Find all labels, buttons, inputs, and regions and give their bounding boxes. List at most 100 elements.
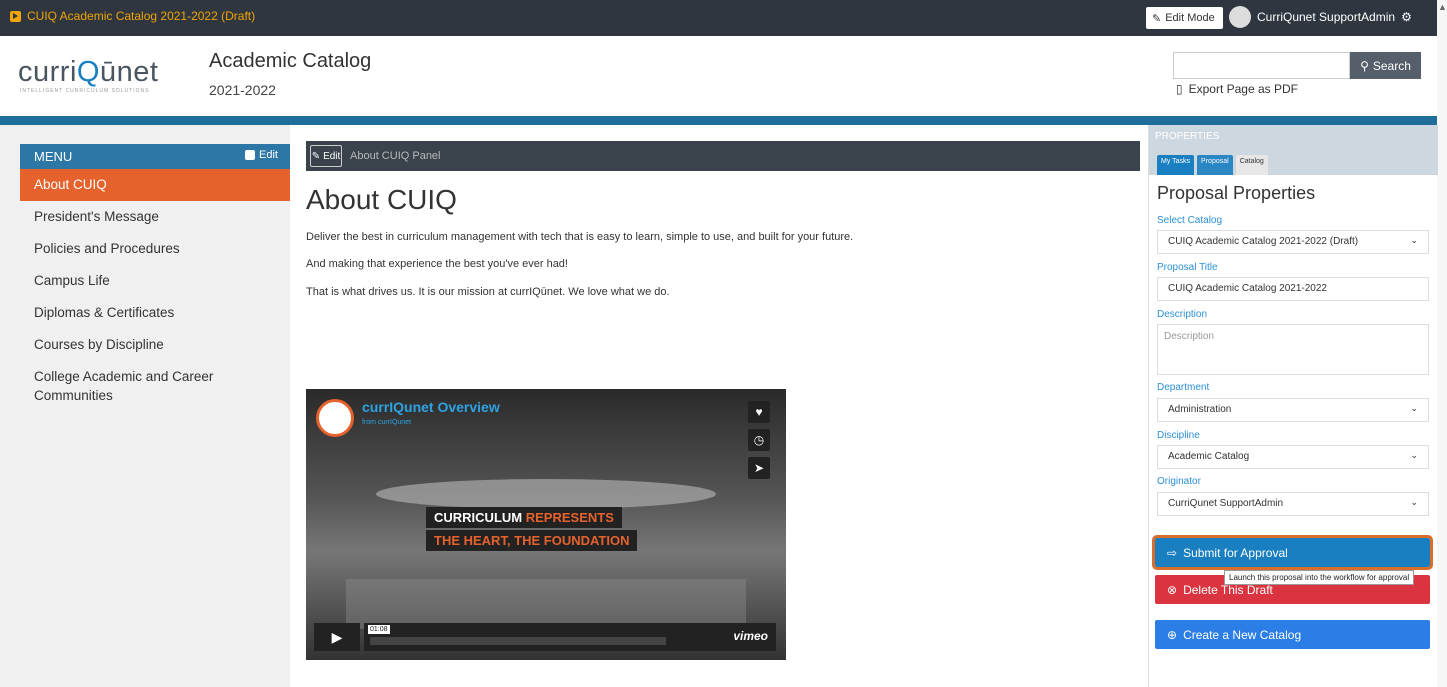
paragraph: That is what drives us. It is our missio…: [306, 286, 670, 298]
paragraph: Deliver the best in curriculum managemen…: [306, 231, 854, 243]
times-circle-icon: ⊗: [1167, 582, 1178, 597]
properties-panel: PROPERTIES My Tasks Proposal Catalog Pro…: [1148, 125, 1438, 687]
video-progress[interactable]: 01:08 vimeo: [364, 623, 776, 651]
discipline-dropdown[interactable]: Academic Catalog ⌄: [1157, 445, 1429, 469]
proposal-title-input[interactable]: CUIQ Academic Catalog 2021-2022: [1157, 277, 1429, 301]
video-from-name[interactable]: currIQunet: [378, 419, 411, 426]
video-title[interactable]: currIQunet Overview: [362, 399, 500, 415]
book-stack-shape: [346, 579, 746, 629]
search-input[interactable]: [1173, 52, 1350, 79]
chevron-down-icon: ⌄: [1410, 450, 1418, 460]
panel-edit-button[interactable]: ✎ Edit: [310, 145, 342, 167]
search-button-label: Search: [1372, 58, 1411, 73]
video-caption-line2: THE HEART, THE FOUNDATION: [426, 530, 638, 551]
logo-q: Q: [76, 56, 100, 88]
submit-label: Submit for Approval: [1183, 545, 1288, 560]
menu-item-communities[interactable]: College Academic and Career Communities: [20, 361, 290, 405]
chevron-down-icon: ⌄: [1410, 497, 1418, 507]
proposal-title-label: Proposal Title: [1157, 262, 1218, 273]
catalog-title-text: CUIQ Academic Catalog 2021-2022 (Draft): [27, 9, 256, 23]
caption-word2: REPRESENTS: [525, 510, 614, 525]
panel-edit-label: Edit: [323, 150, 341, 162]
menu-title: MENU: [34, 149, 73, 164]
progress-track[interactable]: [370, 637, 666, 645]
edit-mode-button[interactable]: ✎ Edit Mode: [1146, 7, 1223, 29]
header: curriQūnet INTELLIGENT CURRICULUM SOLUTI…: [0, 36, 1437, 116]
menu-edit-label: Edit: [259, 149, 278, 161]
scrollbar[interactable]: ▲: [1437, 0, 1447, 687]
content-heading: About CUIQ: [306, 184, 457, 215]
discipline-label: Discipline: [1157, 430, 1200, 441]
page-title: Academic Catalog: [209, 50, 372, 72]
panel-title: About CUIQ Panel: [350, 150, 441, 162]
paragraph: And making that experience the best you'…: [306, 258, 568, 270]
description-textarea[interactable]: Description: [1157, 324, 1429, 375]
export-label: Export Page as PDF: [1188, 82, 1298, 96]
menu-edit-button[interactable]: Edit: [245, 149, 278, 161]
tab-my-tasks[interactable]: My Tasks: [1157, 155, 1195, 175]
sidebar: MENU Edit About CUIQ President's Message…: [0, 125, 290, 687]
menu-item-policies[interactable]: Policies and Procedures: [20, 233, 290, 265]
heart-icon[interactable]: ♥: [748, 401, 770, 423]
pdf-icon: ▯: [1176, 82, 1183, 96]
channel-logo[interactable]: [316, 399, 354, 437]
user-name: CurriQunet SupportAdmin: [1257, 10, 1396, 24]
description-label: Description: [1157, 309, 1208, 320]
properties-tabs: My Tasks Proposal Catalog: [1149, 147, 1438, 175]
scroll-up-icon[interactable]: ▲: [1438, 2, 1447, 12]
menu-list: About CUIQ President's Message Policies …: [20, 169, 290, 405]
properties-header: PROPERTIES: [1149, 125, 1438, 147]
send-icon[interactable]: ➤: [748, 457, 770, 479]
create-catalog-button[interactable]: ⊕ Create a New Catalog: [1155, 620, 1430, 649]
video-caption-line1: CURRICULUM REPRESENTS: [426, 507, 622, 528]
user-settings-icon[interactable]: ⚙: [1401, 10, 1412, 24]
clock-icon[interactable]: ◷: [748, 429, 770, 451]
department-label: Department: [1157, 382, 1210, 393]
avatar: [1229, 6, 1251, 28]
select-catalog-label: Select Catalog: [1157, 215, 1223, 226]
pencil-icon: ✎: [311, 150, 321, 162]
menu-header: MENU Edit: [20, 144, 290, 169]
menu-item-about-cuiq[interactable]: About CUIQ: [20, 169, 290, 201]
originator-label: Originator: [1157, 476, 1201, 487]
catalog-year: 2021-2022: [209, 82, 276, 98]
video-actions: ♥ ◷ ➤: [748, 401, 770, 479]
search-button[interactable]: ⚲ Search: [1350, 52, 1421, 79]
department-dropdown[interactable]: Administration ⌄: [1157, 398, 1429, 422]
checkbox-icon: [245, 150, 256, 160]
submit-tooltip: Launch this proposal into the workflow f…: [1224, 570, 1415, 585]
header-divider: [0, 116, 1437, 125]
play-button[interactable]: ▶: [314, 623, 360, 651]
logo: curriQūnet INTELLIGENT CURRICULUM SOLUTI…: [18, 56, 159, 94]
tab-proposal[interactable]: Proposal: [1197, 155, 1233, 175]
tab-catalog[interactable]: Catalog: [1235, 155, 1268, 175]
catalog-title[interactable]: CUIQ Academic Catalog 2021-2022 (Draft): [10, 9, 255, 23]
menu-item-courses[interactable]: Courses by Discipline: [20, 329, 290, 361]
search-icon: ⚲: [1360, 58, 1369, 73]
logo-text-end: ūnet: [99, 56, 159, 88]
edit-icon: ✎: [1152, 12, 1162, 25]
play-icon: [10, 10, 21, 22]
originator-value: CurriQunet SupportAdmin: [1168, 498, 1284, 509]
plus-circle-icon: ⊕: [1167, 627, 1178, 642]
video-time: 01:08: [368, 625, 390, 634]
department-value: Administration: [1168, 404, 1232, 415]
menu-item-campus-life[interactable]: Campus Life: [20, 265, 290, 297]
top-bar: CUIQ Academic Catalog 2021-2022 (Draft) …: [0, 0, 1437, 36]
video-from-label: from: [362, 419, 376, 426]
logo-subtitle: INTELLIGENT CURRICULUM SOLUTIONS: [20, 88, 150, 94]
sign-in-icon: ⇨: [1167, 545, 1178, 560]
originator-dropdown[interactable]: CurriQunet SupportAdmin ⌄: [1157, 492, 1429, 516]
video-from: from currIQunet: [362, 419, 411, 426]
menu-item-presidents-message[interactable]: President's Message: [20, 201, 290, 233]
video-player[interactable]: currIQunet Overview from currIQunet ♥ ◷ …: [306, 389, 786, 660]
vimeo-logo[interactable]: vimeo: [733, 629, 768, 643]
submit-for-approval-button[interactable]: ⇨ Submit for Approval: [1152, 535, 1433, 570]
user-menu[interactable]: CurriQunet SupportAdmin ⚙: [1229, 6, 1412, 28]
export-pdf-link[interactable]: ▯ Export Page as PDF: [1176, 82, 1298, 96]
select-catalog-dropdown[interactable]: CUIQ Academic Catalog 2021-2022 (Draft) ⌄: [1157, 230, 1429, 254]
menu-item-diplomas[interactable]: Diplomas & Certificates: [20, 297, 290, 329]
caption-word1: CURRICULUM: [434, 510, 523, 525]
logo-text: curri: [18, 56, 77, 88]
discipline-value: Academic Catalog: [1168, 451, 1250, 462]
